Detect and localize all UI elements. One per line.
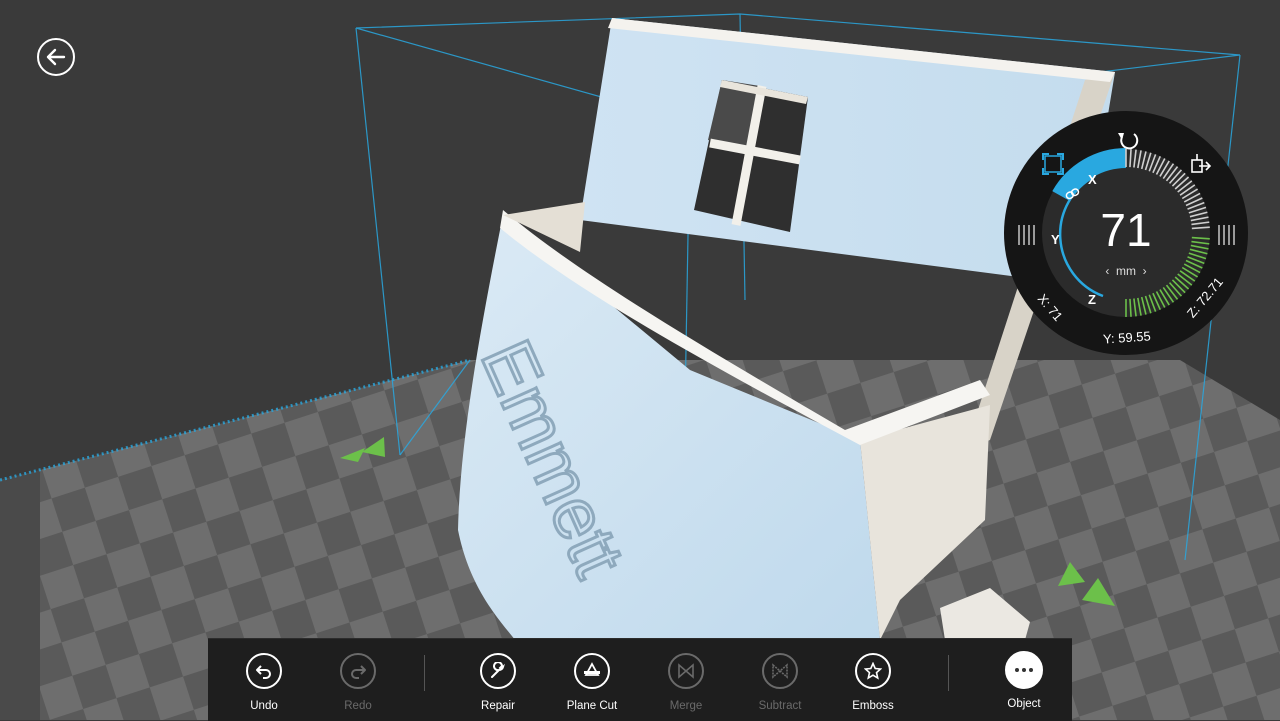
redo-button[interactable]: Redo (320, 653, 396, 712)
emboss-button[interactable]: Emboss (835, 653, 911, 712)
dial-tick (1129, 149, 1132, 168)
undo-label: Undo (250, 700, 278, 712)
build-plate-left-edge (0, 470, 40, 720)
model-scene[interactable]: Emmett (0, 0, 1280, 720)
emboss-label: Emboss (852, 700, 894, 712)
subtract-icon (772, 663, 788, 679)
axis-x-label[interactable]: X (1088, 172, 1097, 187)
merge-button[interactable]: Merge (648, 653, 724, 712)
merge-icon (678, 663, 694, 679)
repair-button[interactable]: Repair (460, 653, 536, 712)
repair-label: Repair (481, 700, 515, 712)
unit-prev-arrow[interactable]: ‹ (1105, 264, 1109, 278)
3d-viewport[interactable]: Emmett (0, 0, 1280, 720)
undo-button[interactable]: Undo (226, 653, 302, 712)
unit-next-arrow[interactable]: › (1143, 264, 1147, 278)
unit-label: mm (1116, 264, 1136, 278)
dial-tick (1129, 298, 1132, 317)
toolbar-separator (424, 655, 425, 691)
merge-label: Merge (669, 700, 703, 712)
object-label: Object (1007, 698, 1041, 710)
bottom-toolbar: Undo Redo Repair Plane Cut Merge Subtrac… (208, 638, 1072, 721)
back-button[interactable] (37, 38, 75, 76)
undo-icon (256, 665, 271, 679)
subtract-button[interactable]: Subtract (742, 653, 818, 712)
subtract-label: Subtract (758, 700, 802, 712)
plane-cut-label: Plane Cut (566, 700, 618, 712)
toolbar-separator (948, 655, 949, 691)
axis-z-label[interactable]: Z (1088, 292, 1096, 307)
axis-y-label[interactable]: Y (1051, 232, 1060, 247)
plane-cut-button[interactable]: Plane Cut (554, 653, 630, 712)
wrench-icon (491, 662, 505, 678)
redo-label: Redo (344, 700, 372, 712)
redo-icon (351, 665, 366, 679)
object-button[interactable]: Object (986, 651, 1062, 710)
plane-cut-icon (584, 662, 600, 676)
arrow-left-icon (46, 48, 66, 66)
more-icon (1015, 668, 1033, 672)
scale-dial[interactable]: 71 ‹ mm › X Y Z X: 71 Y: 59.55 Z: 72.71 (1003, 110, 1249, 356)
scale-value[interactable]: 71 (1003, 203, 1249, 257)
star-icon (864, 662, 882, 680)
